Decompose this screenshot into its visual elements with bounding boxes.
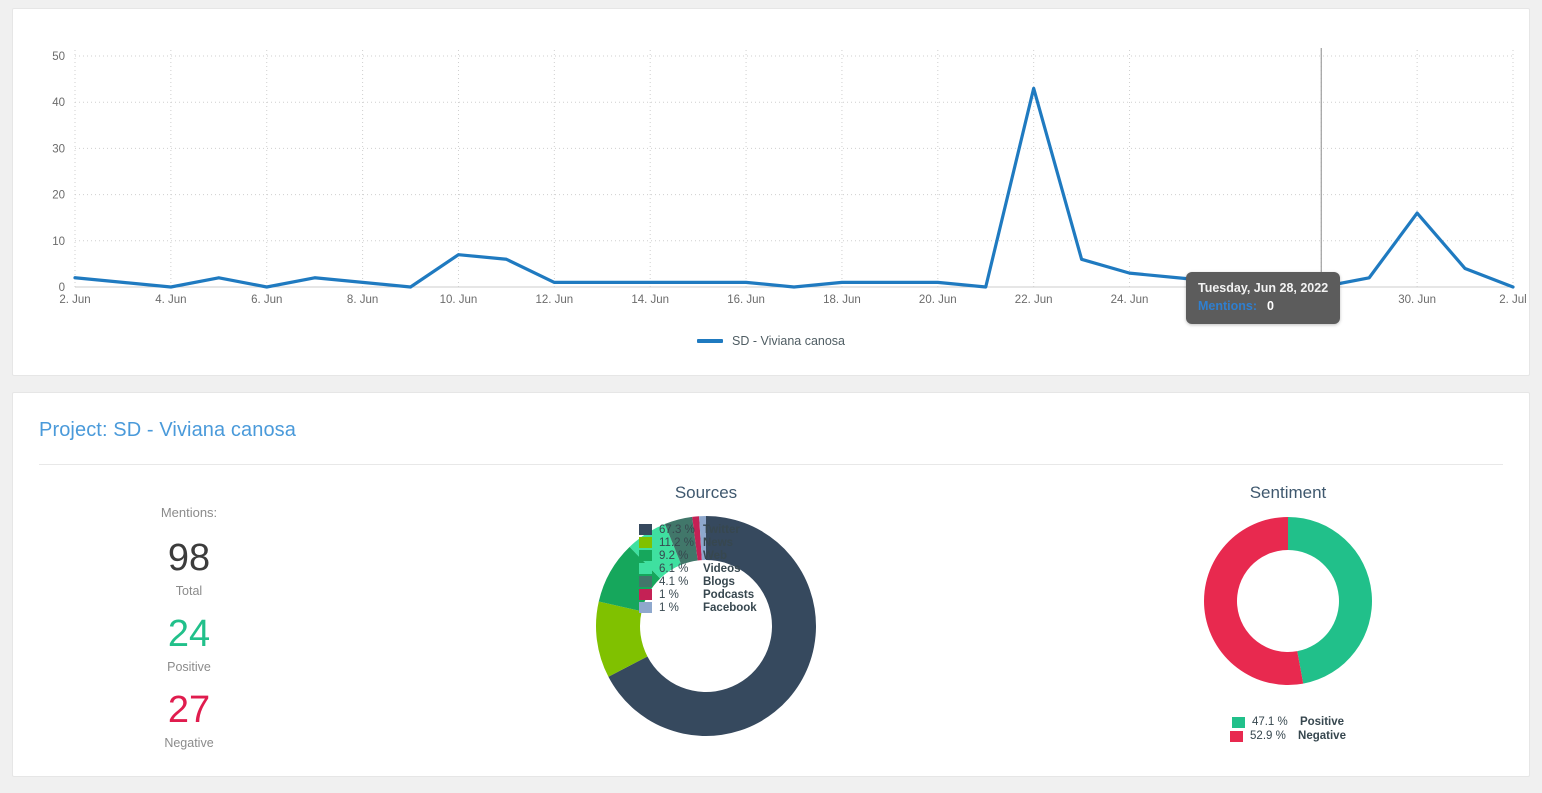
sentiment-legend[interactable]: 47.1 % Positive 52.9 % Negative <box>1073 715 1503 743</box>
sources-legend-item[interactable]: 67.3 % Twitter <box>639 523 757 536</box>
sources-legend[interactable]: 67.3 % Twitter 11.2 % News 9.2 % Web 6.1 % Vide… <box>639 523 757 614</box>
svg-text:6. Jun: 6. Jun <box>251 294 282 306</box>
sentiment-legend-item[interactable]: 52.9 % Negative <box>1230 729 1346 743</box>
legend-label: Web <box>703 549 728 562</box>
svg-text:30: 30 <box>52 143 65 155</box>
svg-text:10. Jun: 10. Jun <box>440 294 478 306</box>
sentiment-heading: Sentiment <box>1249 483 1327 502</box>
svg-text:30. Jun: 30. Jun <box>1398 294 1436 306</box>
svg-text:24. Jun: 24. Jun <box>1111 294 1149 306</box>
svg-text:12. Jun: 12. Jun <box>535 294 573 306</box>
legend-series-label: SD - Viviana canosa <box>731 334 846 348</box>
metrics-caption: Mentions: <box>160 505 218 520</box>
metric-negative: 27 Negative <box>164 690 213 750</box>
metric-total: 98 Total <box>168 538 210 598</box>
metric-total-label: Total <box>175 584 203 598</box>
svg-text:4. Jun: 4. Jun <box>155 294 186 306</box>
sources-legend-item[interactable]: 9.2 % Web <box>639 549 757 562</box>
legend-percent: 11.2 % <box>659 536 694 549</box>
legend-percent: 52.9 % <box>1250 730 1286 742</box>
mentions-timeline-panel: 0 10 20 30 40 50 2. Jun 4. Jun 6. Jun 8. Jun 10. J… <box>12 8 1530 376</box>
sentiment-donut-chart <box>1204 517 1372 685</box>
svg-text:40: 40 <box>52 97 65 109</box>
metric-positive-value: 24 <box>167 613 211 655</box>
legend-color-swatch <box>639 537 652 548</box>
legend-percent: 67.3 % <box>659 523 695 536</box>
sources-heading: Sources <box>674 483 738 502</box>
svg-text:0: 0 <box>59 282 65 294</box>
legend-label: Positive <box>1299 716 1345 728</box>
metric-total-value: 98 <box>167 537 211 579</box>
chart-tooltip: Tuesday, Jun 28, 2022 Mentions: 0 <box>1186 272 1341 324</box>
svg-text:22. Jun: 22. Jun <box>1015 294 1053 306</box>
sources-legend-item[interactable]: 11.2 % News <box>639 536 757 549</box>
tooltip-metric-value: 0 <box>1267 299 1274 313</box>
sentiment-section: Sentiment 47.1 % Positive 52.9 % Negative <box>1073 465 1503 765</box>
svg-text:10: 10 <box>52 236 65 248</box>
svg-text:14. Jun: 14. Jun <box>631 294 669 306</box>
legend-label: News <box>703 536 734 549</box>
svg-text:20. Jun: 20. Jun <box>919 294 957 306</box>
mentions-metrics: Mentions: 98 Total 24 Positive 27 Negati… <box>39 465 339 765</box>
sources-section: Sources 67.3 % Twitter 11.2 % News 9.2 % Web 6… <box>339 465 1073 765</box>
legend-color-swatch <box>1231 716 1245 728</box>
metric-negative-value: 27 <box>167 689 211 731</box>
sources-legend-item[interactable]: 1 % Facebook <box>639 601 757 614</box>
svg-text:16. Jun: 16. Jun <box>727 294 765 306</box>
legend-color-swatch <box>639 563 652 574</box>
dashboard-page: 0 10 20 30 40 50 2. Jun 4. Jun 6. Jun 8. Jun 10. J… <box>0 0 1542 793</box>
timeline-legend[interactable]: SD - Viviana canosa <box>13 334 1529 348</box>
sentiment-legend-item[interactable]: 47.1 % Positive <box>1231 715 1345 729</box>
legend-line-icon <box>696 339 723 343</box>
svg-text:18. Jun: 18. Jun <box>823 294 861 306</box>
metric-positive: 24 Positive <box>167 614 211 674</box>
legend-color-swatch <box>639 576 652 587</box>
legend-label: Blogs <box>703 575 735 588</box>
legend-percent: 9.2 % <box>659 549 689 562</box>
svg-text:20: 20 <box>52 190 65 202</box>
metric-negative-label: Negative <box>164 736 214 750</box>
sources-legend-item[interactable]: 6.1 % Videos <box>639 562 757 575</box>
tooltip-metric-label: Mentions: <box>1198 299 1258 313</box>
legend-label: Facebook <box>703 601 757 614</box>
svg-text:2. Jul: 2. Jul <box>1499 294 1527 306</box>
legend-color-swatch <box>1230 730 1244 742</box>
legend-label: Podcasts <box>703 588 755 601</box>
tooltip-metric-row: Mentions: 0 <box>1198 298 1328 315</box>
sources-legend-item[interactable]: 1 % Podcasts <box>639 588 757 601</box>
svg-text:50: 50 <box>52 51 65 63</box>
legend-color-swatch <box>639 589 652 600</box>
legend-color-swatch <box>639 602 652 613</box>
svg-text:2. Jun: 2. Jun <box>59 294 90 306</box>
legend-percent: 1 % <box>659 588 679 601</box>
legend-percent: 1 % <box>659 601 679 614</box>
legend-label: Videos <box>703 562 741 575</box>
tooltip-date: Tuesday, Jun 28, 2022 <box>1198 281 1329 295</box>
legend-percent: 4.1 % <box>659 575 689 588</box>
legend-label: Negative <box>1298 730 1346 742</box>
project-title: Project: SD - Viviana canosa <box>39 419 296 441</box>
svg-text:8. Jun: 8. Jun <box>347 294 378 306</box>
project-panel: Project: SD - Viviana canosa Mentions: 9… <box>12 392 1530 777</box>
sources-legend-item[interactable]: 4.1 % Blogs <box>639 575 757 588</box>
legend-percent: 6.1 % <box>659 562 689 575</box>
metric-positive-label: Positive <box>167 660 211 674</box>
legend-label: Twitter <box>703 523 740 536</box>
legend-percent: 47.1 % <box>1251 716 1288 728</box>
sentiment-donut-wrap[interactable] <box>1073 511 1503 691</box>
project-body: Mentions: 98 Total 24 Positive 27 Negati… <box>39 465 1503 765</box>
legend-color-swatch <box>639 550 652 561</box>
legend-color-swatch <box>639 524 652 535</box>
